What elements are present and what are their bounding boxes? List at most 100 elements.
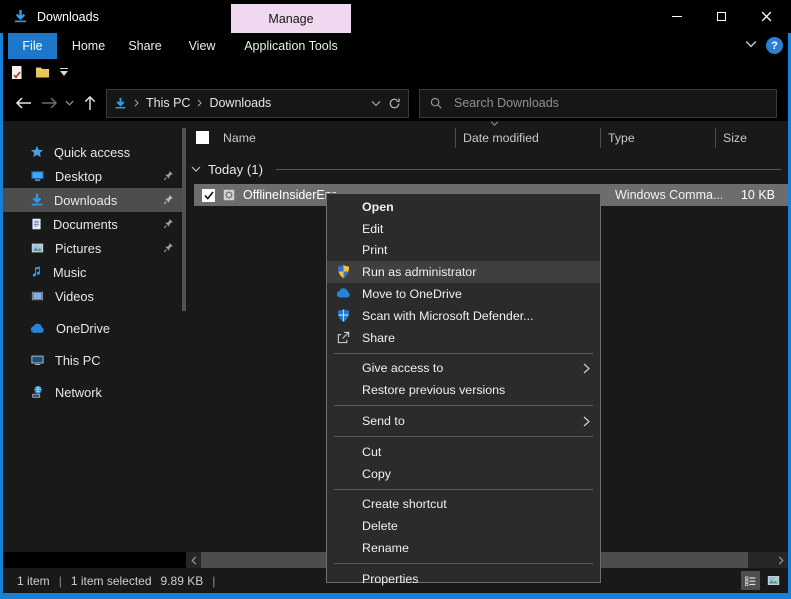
- sidebar-item-documents[interactable]: Documents: [0, 212, 186, 236]
- sidebar-item-quick-access[interactable]: Quick access: [0, 140, 186, 164]
- tab-application-tools[interactable]: Application Tools: [231, 33, 351, 59]
- menu-item-edit[interactable]: Edit: [327, 218, 600, 240]
- menu-item-label: Properties: [362, 571, 419, 586]
- new-folder-qat-button[interactable]: [34, 64, 51, 80]
- forward-button[interactable]: [36, 90, 62, 116]
- minimize-button[interactable]: [654, 0, 699, 32]
- menu-item-label: Edit: [362, 221, 384, 236]
- sidebar-item-onedrive[interactable]: OneDrive: [0, 316, 186, 340]
- window-border-bottom: [0, 593, 791, 599]
- menu-item-label: Share: [362, 330, 396, 345]
- up-button[interactable]: [77, 90, 103, 116]
- sidebar-item-videos[interactable]: Videos: [0, 284, 186, 308]
- item-checkbox[interactable]: [202, 188, 215, 202]
- menu-item-print[interactable]: Print: [327, 240, 600, 262]
- this-pc-icon: [30, 353, 45, 367]
- address-dropdown-button[interactable]: [371, 100, 381, 107]
- address-bar[interactable]: This PC Downloads: [106, 88, 409, 118]
- column-header-name[interactable]: Name: [213, 128, 455, 148]
- maximize-icon: [717, 11, 726, 21]
- navigation-row: This PC Downloads: [0, 85, 791, 121]
- chevron-right-icon: [778, 555, 784, 565]
- menu-item-share[interactable]: Share: [327, 327, 600, 349]
- menu-item-restore-previous-versions[interactable]: Restore previous versions: [327, 379, 600, 401]
- tab-file[interactable]: File: [8, 33, 57, 59]
- menu-separator: [334, 352, 593, 354]
- submenu-arrow-icon: [583, 363, 590, 374]
- item-count: 1 item: [17, 573, 50, 588]
- expand-ribbon-button[interactable]: [745, 40, 757, 48]
- overline: [60, 68, 68, 69]
- menu-item-create-shortcut[interactable]: Create shortcut: [327, 494, 600, 516]
- back-button[interactable]: [10, 90, 36, 116]
- details-view-button[interactable]: [741, 571, 760, 590]
- column-header-size[interactable]: Size: [715, 127, 789, 148]
- menu-item-give-access-to[interactable]: Give access to: [327, 358, 600, 380]
- scroll-left-button[interactable]: [186, 552, 202, 568]
- menu-item-scan-with-microsoft-defender[interactable]: Scan with Microsoft Defender...: [327, 305, 600, 327]
- videos-icon: [30, 289, 45, 303]
- select-all-checkbox[interactable]: [196, 131, 209, 144]
- sort-indicator-icon: [490, 120, 499, 126]
- recent-locations-button[interactable]: [62, 90, 77, 116]
- onedrive-cloud-icon: [30, 323, 46, 334]
- ribbon-tab-row: File Home Share View Application Tools ?: [0, 33, 791, 59]
- tab-view[interactable]: View: [177, 33, 227, 59]
- sidebar-item-downloads[interactable]: Downloads: [0, 188, 186, 212]
- sidebar-item-label: Network: [55, 384, 102, 400]
- refresh-button[interactable]: [388, 97, 401, 110]
- window-border-left: [0, 33, 3, 599]
- menu-item-copy[interactable]: Copy: [327, 463, 600, 485]
- group-label: Today (1): [208, 161, 263, 177]
- tab-share[interactable]: Share: [120, 33, 170, 59]
- column-header-date-modified[interactable]: Date modified: [455, 120, 600, 148]
- menu-item-delete[interactable]: Delete: [327, 515, 600, 537]
- menu-item-open[interactable]: Open: [327, 196, 600, 218]
- search-icon: [429, 96, 443, 110]
- tab-home[interactable]: Home: [64, 33, 113, 59]
- menu-item-send-to[interactable]: Send to: [327, 410, 600, 432]
- search-box[interactable]: [419, 88, 777, 118]
- maximize-button[interactable]: [699, 0, 744, 32]
- sidebar-item-label: This PC: [55, 352, 101, 368]
- menu-item-rename[interactable]: Rename: [327, 537, 600, 559]
- help-button[interactable]: ?: [766, 37, 783, 54]
- customize-qat-button[interactable]: [60, 68, 68, 76]
- quick-access-toolbar: [0, 59, 791, 85]
- thumbnail-view-icon: [767, 576, 780, 585]
- sidebar-item-this-pc[interactable]: This PC: [0, 348, 186, 372]
- file-size: 10 KB: [740, 188, 775, 202]
- menu-separator: [334, 488, 593, 490]
- sidebar-item-music[interactable]: Music: [0, 260, 186, 284]
- properties-qat-button[interactable]: [9, 64, 25, 81]
- file-name: OfflineInsiderEnr: [243, 188, 336, 202]
- close-button[interactable]: [744, 0, 789, 32]
- menu-item-move-to-onedrive[interactable]: Move to OneDrive: [327, 283, 600, 305]
- status-separator: |: [58, 573, 62, 588]
- documents-icon: [30, 217, 43, 231]
- thumbnail-view-button[interactable]: [764, 571, 783, 590]
- column-header-type[interactable]: Type: [600, 127, 715, 148]
- group-header-today[interactable]: Today (1): [191, 158, 781, 180]
- menu-item-properties[interactable]: Properties: [327, 568, 600, 590]
- contextual-tab-group-manage[interactable]: Manage: [231, 4, 351, 33]
- location-downloads-icon: [114, 97, 127, 110]
- breadcrumb-this-pc[interactable]: This PC: [146, 96, 190, 110]
- menu-item-cut[interactable]: Cut: [327, 441, 600, 463]
- sidebar-item-desktop[interactable]: Desktop: [0, 164, 186, 188]
- group-rule: [275, 168, 781, 170]
- breadcrumb-downloads[interactable]: Downloads: [209, 96, 271, 110]
- close-icon: [761, 11, 772, 21]
- search-input[interactable]: [452, 95, 767, 111]
- menu-item-run-as-administrator[interactable]: Run as administrator: [327, 261, 600, 284]
- chevron-left-icon: [191, 555, 197, 565]
- scroll-right-button[interactable]: [773, 552, 789, 568]
- column-header-label: Date modified: [463, 130, 539, 145]
- sidebar-item-network[interactable]: Network: [0, 380, 186, 404]
- selection-count: 1 item selected: [70, 573, 152, 588]
- menu-item-label: Print: [362, 243, 388, 258]
- sidebar-item-pictures[interactable]: Pictures: [0, 236, 186, 260]
- up-arrow-icon: [84, 95, 96, 111]
